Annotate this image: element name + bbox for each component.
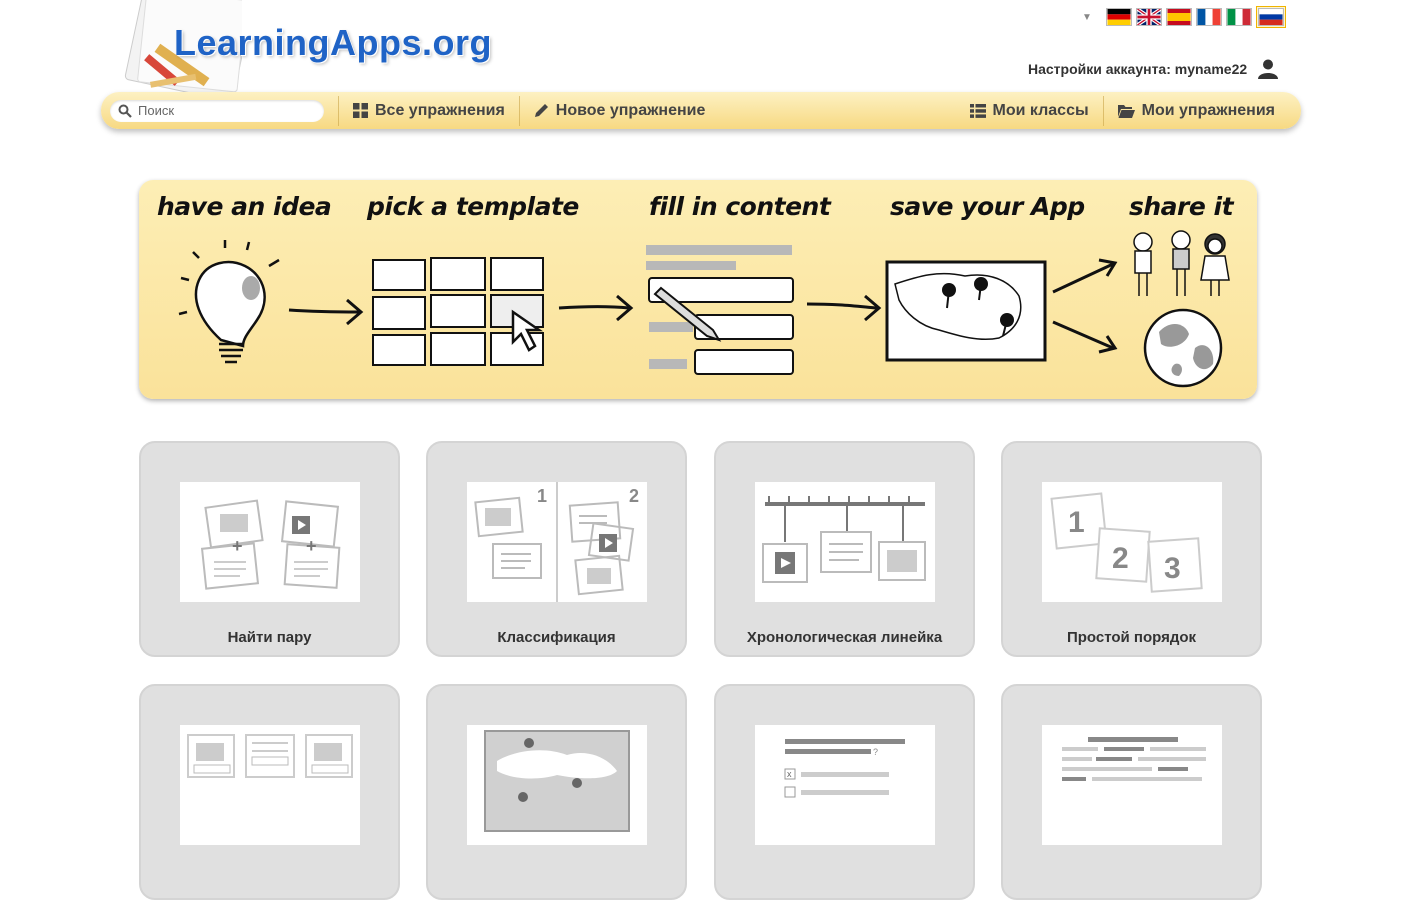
svg-text:?: ? [873, 747, 878, 757]
template-card[interactable]: ? x [714, 684, 975, 900]
map-icon [885, 260, 1047, 362]
user-icon [1258, 59, 1279, 79]
order-thumbnail-icon: 1 2 3 [1042, 482, 1222, 602]
grid-icon [353, 103, 368, 118]
template-card-label: Хронологическая линейка [746, 629, 943, 646]
globe-icon [1143, 308, 1223, 388]
template-card-label: Классификация [497, 629, 616, 646]
fill-blanks-thumbnail-icon [1042, 725, 1222, 845]
lightbulb-icon [178, 240, 280, 364]
chevron-down-icon[interactable]: ▼ [1080, 10, 1094, 24]
nav-new-exercise[interactable]: Новое упражнение [520, 102, 720, 120]
svg-text:1: 1 [537, 486, 547, 506]
svg-text:1: 1 [1068, 506, 1085, 539]
classification-thumbnail-icon: 1 2 [467, 482, 647, 602]
main-navbar: Все упражнения Новое упражнение Мои клас… [101, 92, 1301, 129]
nav-my-exercises-label: Мои упражнения [1141, 101, 1275, 119]
svg-text:x: x [787, 769, 792, 779]
form-fields-icon [646, 245, 794, 375]
how-it-works-banner[interactable]: have an idea pick a template fill in con… [139, 180, 1257, 399]
banner-illustration [178, 230, 1230, 388]
template-card-label: Простой порядок [1066, 629, 1197, 646]
arrow-icon [288, 308, 360, 314]
nav-new-exercise-label: Новое упражнение [555, 101, 706, 119]
svg-text:+: + [232, 536, 243, 556]
template-card-find-pair[interactable]: + + Найти пару [139, 441, 400, 657]
pencil-icon [534, 104, 548, 117]
template-card-simple-order[interactable]: 1 2 3 Простой порядок [1001, 441, 1262, 657]
nav-my-classes[interactable]: Мои классы [956, 102, 1103, 120]
search-input[interactable] [136, 102, 320, 119]
template-card[interactable] [426, 684, 687, 900]
template-card-classification[interactable]: 1 2 Классификация [426, 441, 687, 657]
nav-divider [1102, 95, 1104, 126]
template-card[interactable] [139, 684, 400, 900]
svg-text:3: 3 [1164, 552, 1181, 585]
map-thumbnail-icon [467, 725, 647, 845]
timeline-thumbnail-icon [755, 482, 935, 602]
template-card-timeline[interactable]: Хронологическая линейка [714, 441, 975, 657]
flag-ru-icon [1258, 8, 1284, 26]
list-icon [969, 103, 986, 118]
template-card-label: Найти пару [227, 629, 312, 646]
folder-open-icon [1117, 104, 1135, 118]
pairs-thumbnail-icon: + + [180, 482, 360, 602]
people-icon [1133, 230, 1230, 296]
account-label: Настройки аккаунта: myname22 [1028, 61, 1248, 77]
flag-en-icon[interactable] [1136, 8, 1162, 26]
language-selector: ▼ [1080, 6, 1286, 28]
nav-my-classes-label: Мои классы [992, 101, 1089, 119]
nav-my-exercises[interactable]: Мои упражнения [1104, 102, 1301, 120]
flag-fr-icon[interactable] [1196, 8, 1222, 26]
nav-all-exercises-label: Все упражнения [375, 101, 505, 119]
template-grid-icon [372, 257, 544, 366]
search-box [110, 99, 324, 122]
quiz-thumbnail-icon: ? x [755, 725, 935, 845]
search-icon[interactable] [118, 104, 132, 118]
flag-it-icon[interactable] [1226, 8, 1252, 26]
flag-de-icon[interactable] [1106, 8, 1132, 26]
nav-divider [518, 95, 520, 126]
account-settings[interactable]: Настройки аккаунта: myname22 [1028, 58, 1279, 80]
template-card[interactable] [1001, 684, 1262, 900]
pairing-thumbnail-icon [180, 725, 360, 845]
site-logo[interactable]: LearningApps.org [112, 0, 512, 96]
flag-ru-selected[interactable] [1256, 6, 1286, 28]
svg-text:2: 2 [629, 486, 639, 506]
nav-divider [338, 95, 339, 126]
nav-all-exercises[interactable]: Все упражнения [339, 102, 519, 120]
logo-text: LearningApps.org [174, 22, 493, 63]
svg-text:2: 2 [1112, 542, 1129, 575]
flag-es-icon[interactable] [1166, 8, 1192, 26]
svg-text:+: + [306, 536, 317, 556]
